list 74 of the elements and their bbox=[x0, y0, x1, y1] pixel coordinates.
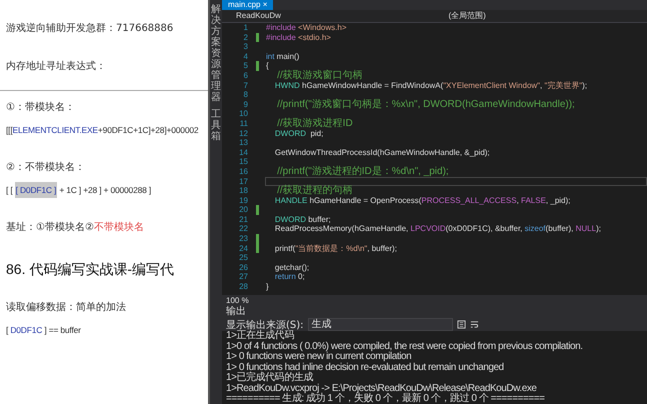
line-number: 13 bbox=[238, 138, 249, 148]
line-number: 7 bbox=[242, 80, 249, 90]
code-line: ReadProcessMemory(hGameHandle, LPCVOID(0xD0DF1C), &buffer, sizeof(buffer), NULL); bbox=[274, 224, 601, 234]
document-text: ①：带模块名： bbox=[6, 101, 75, 115]
document-text: [ [ [ D0DF1C ] + 1C ] +28 ] + 00000288 ] bbox=[6, 183, 151, 197]
line-number: 9 bbox=[242, 100, 249, 110]
line-number: 27 bbox=[238, 272, 249, 282]
output-line: 1>0 of 4 functions ( 0.0%) were compiled, the rest were copied from previous compilation. bbox=[226, 342, 584, 352]
code-line: #include <Windows.h> bbox=[266, 23, 347, 33]
line-number: 11 bbox=[238, 118, 249, 129]
document-text: 内存地址寻址表达式： bbox=[6, 60, 106, 74]
code-line: #include <stdio.h> bbox=[266, 32, 331, 42]
line-number: 10 bbox=[238, 109, 249, 119]
line-number: 18 bbox=[238, 186, 249, 196]
file-tab[interactable]: main.cpp × bbox=[222, 0, 274, 10]
line-number: 28 bbox=[238, 282, 249, 292]
scope-dropdown[interactable]: (全局范围) bbox=[434, 10, 647, 22]
code-line: HWND hGameWindowHandle = FindWindowA("XYElementClient Window", "完美世界"); bbox=[274, 80, 588, 90]
document-text: 读取偏移数据：简单的加法 bbox=[6, 301, 126, 315]
document-text: [[[ELEMENTCLIENT.EXE+90DF1C+1C]+28]+000002 bbox=[6, 124, 198, 137]
line-number: 2 bbox=[242, 32, 249, 42]
document-text: [ D0DF1C ] == buffer bbox=[6, 324, 81, 337]
code-line: GetWindowThreadProcessId(hGameWindowHandle, &_pid); bbox=[274, 148, 490, 158]
clear-icon[interactable] bbox=[456, 320, 466, 329]
wrap-icon[interactable] bbox=[470, 320, 479, 329]
code-line: HANDLE hGameHandle = OpenProcess(PROCESS_ALL_ACCESS, FALSE, _pid); bbox=[274, 196, 570, 206]
line-number: 12 bbox=[238, 128, 249, 138]
code-line: int main() bbox=[266, 52, 300, 62]
line-number: 20 bbox=[238, 205, 249, 215]
side-tab[interactable]: 解决方案资源管理器 bbox=[211, 4, 221, 103]
line-number: 25 bbox=[238, 253, 249, 263]
project-dropdown[interactable]: ReadKouDw bbox=[222, 10, 434, 22]
code-line: { bbox=[266, 61, 269, 71]
line-number: 19 bbox=[238, 196, 249, 206]
code-line: return 0; bbox=[274, 272, 305, 282]
line-number: 22 bbox=[238, 224, 249, 234]
line-number: 14 bbox=[238, 148, 249, 158]
code-line: //获取进程的句柄 bbox=[276, 186, 353, 196]
code-line: getchar(); bbox=[274, 262, 310, 272]
line-number: 3 bbox=[242, 42, 249, 52]
line-number: 8 bbox=[242, 90, 249, 100]
line-number: 23 bbox=[238, 234, 249, 244]
code-line: //printf("游戏窗口句柄是：%x\n", DWORD(hGameWindowHandle)); bbox=[276, 100, 575, 110]
output-line: 1> 0 functions were new in current compilation bbox=[226, 352, 412, 362]
document-text: 游戏逆向辅助开发急群：717668886 bbox=[6, 22, 174, 36]
output-line: ========== 生成: 成功 1 个，失败 0 个，最新 0 个，跳过 0 个 ========== bbox=[226, 394, 546, 404]
zoom-dropdown[interactable]: 100 % bbox=[226, 296, 249, 306]
line-number: 5 bbox=[242, 61, 249, 71]
source-dropdown[interactable]: 生成 bbox=[308, 318, 453, 331]
source-label: 显示输出来源(S): bbox=[226, 318, 304, 330]
output-line: 1> 0 functions had inline decision re-evaluated but remain unchanged bbox=[226, 362, 505, 372]
code-line: printf("当前数据是：%d\n", buffer); bbox=[274, 244, 397, 254]
side-tab[interactable]: 工具箱 bbox=[211, 109, 221, 142]
code-line: //printf("游戏进程的ID是：%d\n", _pid); bbox=[276, 166, 449, 176]
line-number: 17 bbox=[238, 176, 249, 186]
line-number: 24 bbox=[238, 244, 249, 254]
output-line: 1>ReadKouDw.vcxproj -> E:\Projects\ReadKouDw\Release\ReadKouDw.exe bbox=[226, 384, 538, 394]
document-text: ②：不带模块名： bbox=[6, 161, 85, 175]
line-number: 21 bbox=[238, 214, 249, 224]
document-text: 基址：①带模块名②不带模块名 bbox=[6, 221, 144, 235]
line-number: 15 bbox=[238, 157, 249, 167]
code-line: DWORD buffer; bbox=[274, 214, 331, 224]
code-line: //获取游戏进程ID bbox=[276, 118, 353, 129]
output-line: 1>正在生成代码 bbox=[226, 331, 295, 342]
line-number: 16 bbox=[238, 166, 249, 176]
section-heading: 86. 代码编写实战课-编写代 bbox=[6, 260, 174, 279]
code-line: } bbox=[266, 282, 269, 292]
line-number: 6 bbox=[242, 70, 249, 81]
code-line: //获取游戏窗口句柄 bbox=[276, 70, 363, 81]
line-number: 4 bbox=[242, 52, 249, 62]
code-line: DWORD pid; bbox=[274, 128, 324, 138]
line-number: 1 bbox=[242, 23, 249, 33]
line-number: 26 bbox=[238, 262, 249, 272]
panel-title: 输出 bbox=[226, 306, 246, 318]
